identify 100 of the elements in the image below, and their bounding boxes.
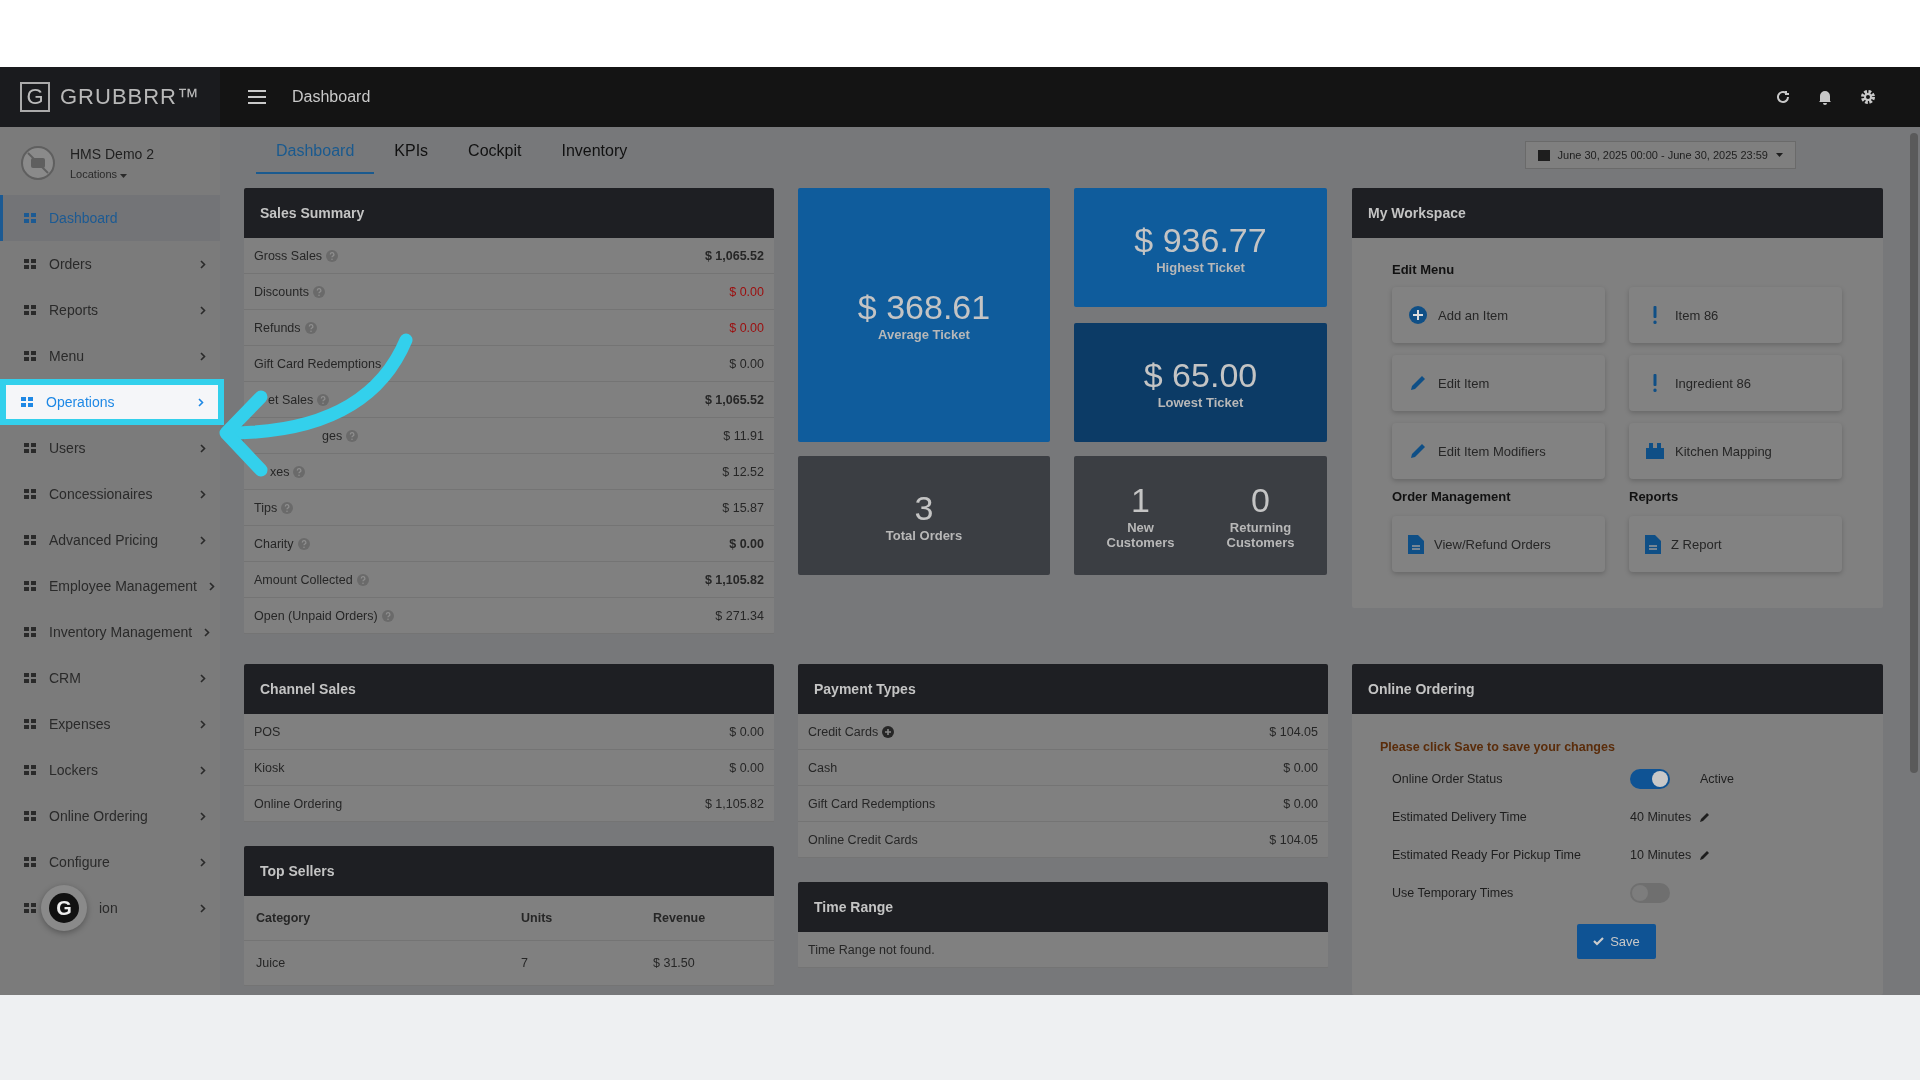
panel-title: Payment Types [798, 664, 1328, 714]
workspace-button[interactable]: Add an Item [1392, 287, 1605, 343]
tile-label: Lowest Ticket [1157, 394, 1244, 410]
tab[interactable]: Cockpit [448, 132, 542, 174]
sidebar-item[interactable]: Configure [0, 839, 220, 885]
workspace-button[interactable]: Z Report [1629, 516, 1842, 572]
sidebar-item[interactable]: G ion [0, 885, 220, 931]
caret-down-icon [1776, 152, 1783, 157]
field-label: Use Temporary Times [1392, 886, 1515, 900]
sidebar-item[interactable]: Reports [0, 287, 220, 333]
sidebar-item[interactable]: Expenses [0, 701, 220, 747]
pencil-icon [1408, 373, 1428, 393]
row-value: $ 0.00 [1283, 796, 1318, 811]
field-label: Online Order Status [1392, 772, 1504, 786]
help-icon[interactable] [293, 465, 306, 478]
row-value: $ 1,105.82 [704, 796, 764, 811]
column-header: Revenue [653, 911, 707, 925]
panel-title: Channel Sales [244, 664, 774, 714]
help-icon[interactable] [304, 321, 317, 334]
field-value: 40 Minutes [1630, 810, 1692, 824]
plus-circle-icon [1408, 305, 1428, 325]
pencil-icon[interactable] [1699, 849, 1712, 861]
tab[interactable]: Inventory [541, 132, 648, 174]
assistant-bubble-button[interactable]: G [41, 885, 87, 931]
tile-label: Returning Customers [1225, 520, 1296, 550]
sidebar-item[interactable]: Advanced Pricing [0, 517, 220, 563]
row-label: Gift Card Redemptions [808, 796, 936, 811]
sidebar-item[interactable]: Online Ordering [0, 793, 220, 839]
row-value: $ 0.00 [729, 284, 764, 299]
section-heading: Reports [1629, 489, 1680, 504]
table-cell-text: $ 31.50 [653, 956, 696, 970]
help-icon[interactable] [356, 573, 369, 586]
field-value: 10 Minutes [1630, 848, 1692, 862]
menu-icon[interactable] [248, 90, 266, 104]
help-icon[interactable] [297, 537, 310, 550]
row-value: $ 104.05 [1269, 832, 1318, 847]
sidebar-item[interactable]: Lockers [0, 747, 220, 793]
tab[interactable]: KPIs [374, 132, 449, 174]
grid-icon [23, 211, 37, 225]
tile-label: Highest Ticket [1156, 259, 1245, 275]
row-label: Credit Cards [808, 724, 879, 739]
sidebar-item[interactable]: Orders [0, 241, 220, 287]
workspace-button[interactable]: Edit Item [1392, 355, 1605, 411]
bell-icon[interactable] [1818, 89, 1832, 105]
calendar-icon [1537, 148, 1550, 161]
help-icon[interactable] [281, 501, 294, 514]
row-label: Gross Sales [254, 248, 323, 263]
workspace-button[interactable]: Item 86 [1629, 287, 1842, 343]
exclamation-icon [1653, 373, 1657, 393]
date-range-picker[interactable]: June 30, 2025 00:00 - June 30, 2025 23:59 [1524, 140, 1796, 169]
row-value: $ 104.05 [1269, 724, 1318, 739]
sidebar-item[interactable]: Concessionaires [0, 471, 220, 517]
row-label: Charity [254, 536, 294, 551]
exclamation-icon [1653, 305, 1657, 325]
help-icon[interactable] [381, 609, 394, 622]
refresh-icon[interactable] [1776, 90, 1790, 104]
help-icon[interactable] [346, 429, 359, 442]
sidebar-item[interactable]: Menu [0, 333, 220, 379]
tile-value: 0 [1251, 481, 1270, 520]
workspace-button[interactable]: View/Refund Orders [1392, 516, 1605, 572]
row-label: Amount Collected [254, 572, 353, 587]
row-label: xes [270, 464, 290, 479]
row-label: Online Ordering [254, 796, 343, 811]
sidebar-item[interactable]: CRM [0, 655, 220, 701]
tool-icon [1645, 441, 1665, 461]
toggle-switch[interactable] [1630, 769, 1670, 789]
row-value: $ 1,065.52 [704, 248, 764, 263]
locations-dropdown[interactable]: Locations [70, 168, 155, 180]
row-label: Discounts [254, 284, 309, 299]
page-title: Dashboard [292, 88, 371, 106]
row-value: $ 0.00 [729, 536, 764, 551]
tile-value: $ 368.61 [857, 288, 991, 327]
row-value: $ 271.34 [715, 608, 764, 623]
help-icon[interactable] [312, 285, 325, 298]
sidebar-item[interactable]: Operations [0, 379, 224, 425]
save-button[interactable]: Save [1577, 924, 1656, 959]
row-value: $ 11.91 [723, 428, 764, 443]
row-label: ges [322, 428, 343, 443]
row-label: POS [254, 724, 281, 739]
pencil-icon[interactable] [1699, 811, 1712, 823]
workspace-button[interactable]: Edit Item Modifiers [1392, 423, 1605, 479]
section-heading: Edit Menu [1392, 262, 1456, 277]
sidebar-item[interactable]: Inventory Management [0, 609, 220, 655]
sidebar-item[interactable]: Employee Management [0, 563, 220, 609]
row-label: Refunds [254, 320, 301, 335]
plus-circle-icon[interactable] [882, 725, 895, 738]
help-icon[interactable] [317, 393, 330, 406]
help-icon[interactable] [326, 249, 339, 262]
checkmark-icon [1593, 937, 1605, 946]
sidebar-item[interactable]: Users [0, 425, 220, 471]
scrollbar[interactable] [1910, 133, 1918, 773]
row-value: $ 0.00 [729, 320, 764, 335]
tile-value: 3 [914, 488, 934, 528]
logo-mark: G [20, 82, 50, 112]
row-label: Gift Card Redemptions [254, 356, 382, 371]
workspace-button[interactable]: Kitchen Mapping [1629, 423, 1842, 479]
settings-icon[interactable] [1860, 89, 1876, 105]
panel-title: Time Range [798, 882, 1328, 932]
row-value: $ 1,065.52 [704, 392, 764, 407]
workspace-button[interactable]: Ingredient 86 [1629, 355, 1842, 411]
